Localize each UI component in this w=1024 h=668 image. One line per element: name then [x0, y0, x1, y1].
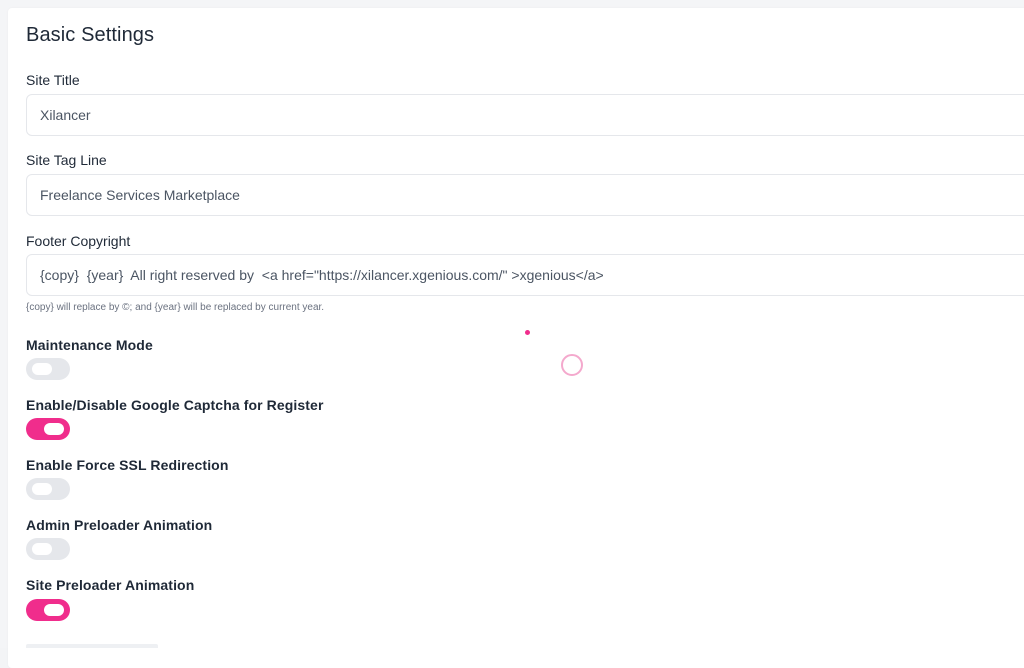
- site-preloader-animation-label: Site Preloader Animation: [26, 577, 195, 593]
- site-title-label: Site Title: [26, 72, 80, 88]
- toggle-knob: [32, 543, 52, 555]
- maintenance-mode-toggle[interactable]: [26, 358, 70, 380]
- force-ssl-redirection-toggle[interactable]: [26, 478, 70, 500]
- site-tag-line-label: Site Tag Line: [26, 152, 107, 168]
- toggle-knob: [44, 604, 64, 616]
- site-title-input[interactable]: [26, 94, 1024, 136]
- basic-settings-card: Basic Settings Site Title Site Tag Line …: [8, 8, 1024, 668]
- toggle-knob: [44, 423, 64, 435]
- toggle-knob: [32, 483, 52, 495]
- loading-spinner-icon: [561, 354, 583, 376]
- google-captcha-register-label: Enable/Disable Google Captcha for Regist…: [26, 397, 324, 413]
- maintenance-mode-label: Maintenance Mode: [26, 337, 153, 353]
- footer-copyright-label: Footer Copyright: [26, 233, 131, 249]
- page-background: Basic Settings Site Title Site Tag Line …: [0, 0, 1024, 668]
- google-captcha-register-toggle[interactable]: [26, 418, 70, 440]
- footer-copyright-input[interactable]: [26, 254, 1024, 296]
- admin-preloader-animation-toggle[interactable]: [26, 538, 70, 560]
- footer-copyright-help-text: {copy} will replace by ©; and {year} wil…: [26, 302, 325, 313]
- loading-dot-icon: [525, 330, 530, 335]
- force-ssl-redirection-label: Enable Force SSL Redirection: [26, 457, 229, 473]
- toggle-knob: [32, 363, 52, 375]
- admin-preloader-animation-label: Admin Preloader Animation: [26, 517, 213, 533]
- save-button-edge: [26, 644, 158, 648]
- site-preloader-animation-toggle[interactable]: [26, 599, 70, 621]
- page-title: Basic Settings: [26, 24, 155, 46]
- site-tag-line-input[interactable]: [26, 174, 1024, 216]
